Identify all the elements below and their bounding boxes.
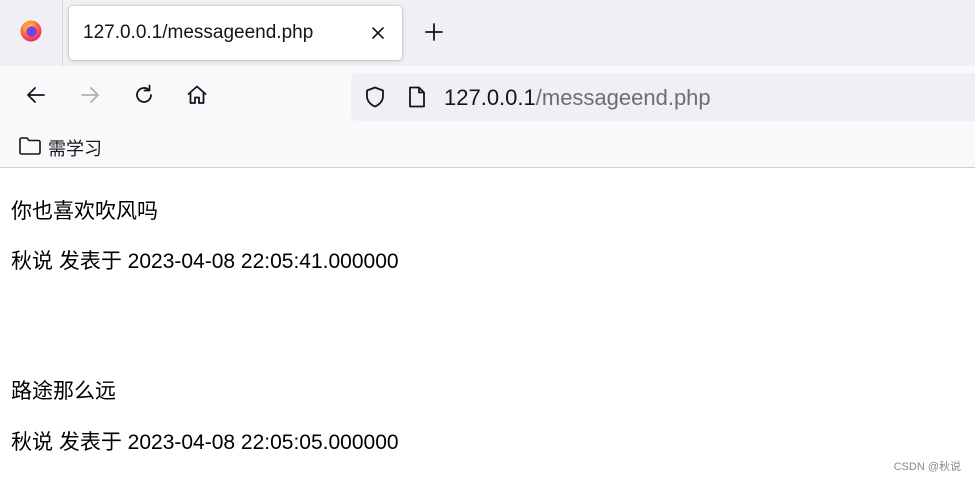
- page-content: 你也喜欢吹风吗 秋说 发表于 2023-04-08 22:05:41.00000…: [0, 169, 975, 482]
- forward-button[interactable]: [75, 82, 105, 112]
- url-text: 127.0.0.1/messageend.php: [444, 85, 711, 111]
- tab-separator: [62, 0, 63, 66]
- message-content: 你也喜欢吹风吗: [11, 200, 158, 223]
- arrow-left-icon: [24, 83, 48, 112]
- arrow-right-icon: [78, 83, 102, 112]
- reload-icon: [132, 83, 156, 112]
- folder-icon: [18, 136, 42, 161]
- firefox-view-button[interactable]: [0, 0, 62, 66]
- url-host: 127.0.0.1: [444, 85, 536, 110]
- firefox-logo-icon: [19, 19, 43, 48]
- close-tab-icon[interactable]: [368, 23, 388, 43]
- watermark: CSDN @秋说: [893, 461, 961, 473]
- tab-title: 127.0.0.1/messageend.php: [83, 22, 314, 43]
- message-meta: 秋说 发表于 2023-04-08 22:05:41.000000: [11, 250, 399, 273]
- url-path: /messageend.php: [535, 85, 711, 110]
- address-bar[interactable]: 127.0.0.1/messageend.php: [351, 73, 975, 121]
- bookmark-label: 需学习: [48, 139, 102, 159]
- home-icon: [185, 83, 209, 112]
- new-tab-button[interactable]: [420, 20, 448, 48]
- reload-button[interactable]: [129, 82, 159, 112]
- active-tab[interactable]: 127.0.0.1/messageend.php: [69, 6, 402, 60]
- tab-strip: 127.0.0.1/messageend.php: [0, 0, 975, 66]
- navigation-bar: 127.0.0.1/messageend.php: [0, 66, 975, 128]
- page-info-icon[interactable]: [405, 85, 429, 109]
- message-meta: 秋说 发表于 2023-04-08 22:05:05.000000: [11, 431, 399, 454]
- bookmarks-toolbar: 需学习: [0, 128, 975, 168]
- shield-icon[interactable]: [363, 85, 387, 109]
- back-button[interactable]: [21, 82, 51, 112]
- bookmark-folder[interactable]: 需学习: [18, 135, 102, 161]
- plus-icon: [424, 22, 444, 47]
- message-content: 路途那么远: [11, 380, 116, 403]
- home-button[interactable]: [182, 82, 212, 112]
